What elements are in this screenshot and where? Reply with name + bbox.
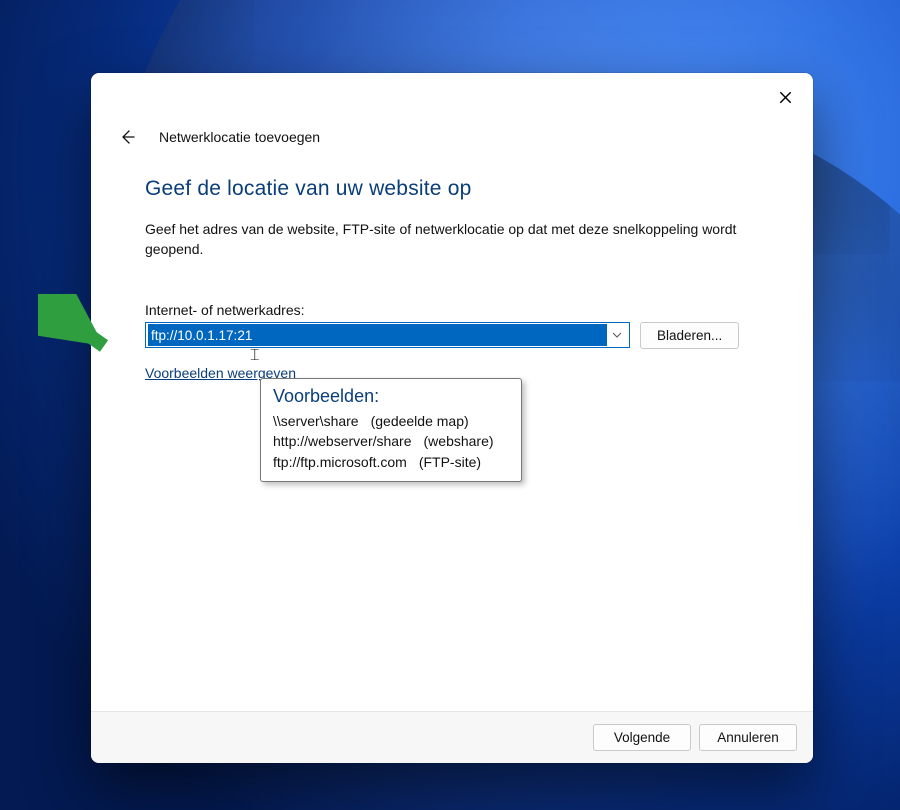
cancel-button[interactable]: Annuleren — [699, 724, 797, 751]
browse-button[interactable]: Bladeren... — [640, 322, 739, 349]
dialog-footer: Volgende Annuleren — [91, 711, 813, 763]
close-button[interactable] — [763, 81, 807, 113]
tooltip-example: http://webserver/share — [273, 433, 412, 449]
chevron-down-icon[interactable] — [607, 323, 627, 347]
tooltip-row: http://webserver/share (webshare) — [273, 431, 509, 451]
page-description: Geef het adres van de website, FTP-site … — [145, 219, 755, 260]
tooltip-desc: (FTP-site) — [419, 454, 481, 470]
wizard-header: Netwerklocatie toevoegen — [91, 121, 813, 165]
examples-tooltip: Voorbeelden: \\server\share (gedeelde map… — [260, 378, 522, 482]
tooltip-example: \\server\share — [273, 413, 359, 429]
tooltip-title: Voorbeelden: — [273, 386, 509, 407]
tooltip-row: ftp://ftp.microsoft.com (FTP-site) — [273, 452, 509, 472]
address-row: ⌶ Bladeren... — [145, 322, 759, 349]
address-input[interactable] — [148, 324, 607, 346]
close-icon — [779, 91, 792, 104]
tooltip-desc: (gedeelde map) — [371, 413, 469, 429]
tooltip-row: \\server\share (gedeelde map) — [273, 411, 509, 431]
tooltip-desc: (webshare) — [424, 433, 494, 449]
page-heading: Geef de locatie van uw website op — [145, 177, 759, 201]
tooltip-example: ftp://ftp.microsoft.com — [273, 454, 407, 470]
wizard-title: Netwerklocatie toevoegen — [159, 129, 320, 145]
next-button[interactable]: Volgende — [593, 724, 691, 751]
arrow-left-icon — [119, 129, 135, 145]
address-label: Internet- of netwerkadres: — [145, 302, 759, 318]
titlebar — [91, 73, 813, 121]
back-button[interactable] — [117, 127, 137, 147]
text-cursor-icon: ⌶ — [250, 348, 260, 364]
address-combobox[interactable] — [145, 322, 630, 348]
